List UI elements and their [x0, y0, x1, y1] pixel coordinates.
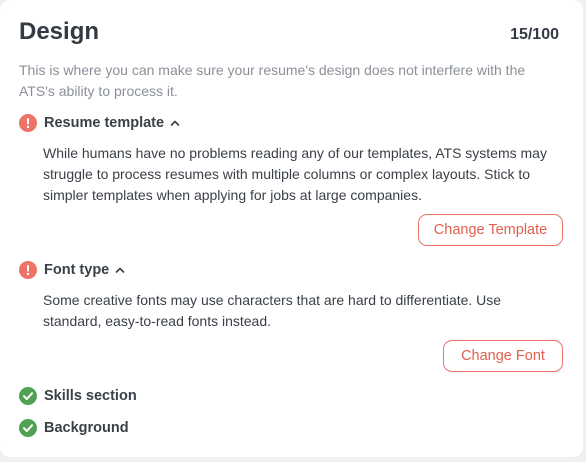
exclamation-circle-icon [19, 114, 37, 132]
check-circle-icon [19, 387, 37, 405]
change-template-button[interactable]: Change Template [418, 214, 563, 246]
chevron-up-icon[interactable] [115, 261, 125, 279]
section-score: 15/100 [510, 26, 559, 43]
check-item-detail: While humans have no problems reading an… [43, 145, 547, 203]
section-title: Design [19, 18, 100, 45]
check-item-skills-section[interactable]: Skills section [19, 386, 137, 406]
change-font-button[interactable]: Change Font [443, 340, 563, 372]
chevron-up-icon[interactable] [170, 114, 180, 132]
card-header: Design 15/100 [19, 18, 559, 46]
check-item-detail: Some creative fonts may use characters t… [43, 292, 502, 329]
exclamation-circle-icon [19, 261, 37, 279]
check-item-background[interactable]: Background [19, 418, 129, 438]
check-item-font-type[interactable]: Font type [19, 260, 125, 280]
section-description: This is where you can make sure your res… [19, 62, 526, 99]
check-item-label: Font type [44, 262, 110, 278]
check-item-label: Skills section [44, 388, 137, 404]
check-item-label: Background [44, 420, 129, 436]
design-card: Design 15/100 This is where you can make… [0, 0, 583, 457]
check-item-label: Resume template [44, 115, 165, 131]
check-item-resume-template[interactable]: Resume template [19, 113, 180, 133]
check-circle-icon [19, 419, 37, 437]
